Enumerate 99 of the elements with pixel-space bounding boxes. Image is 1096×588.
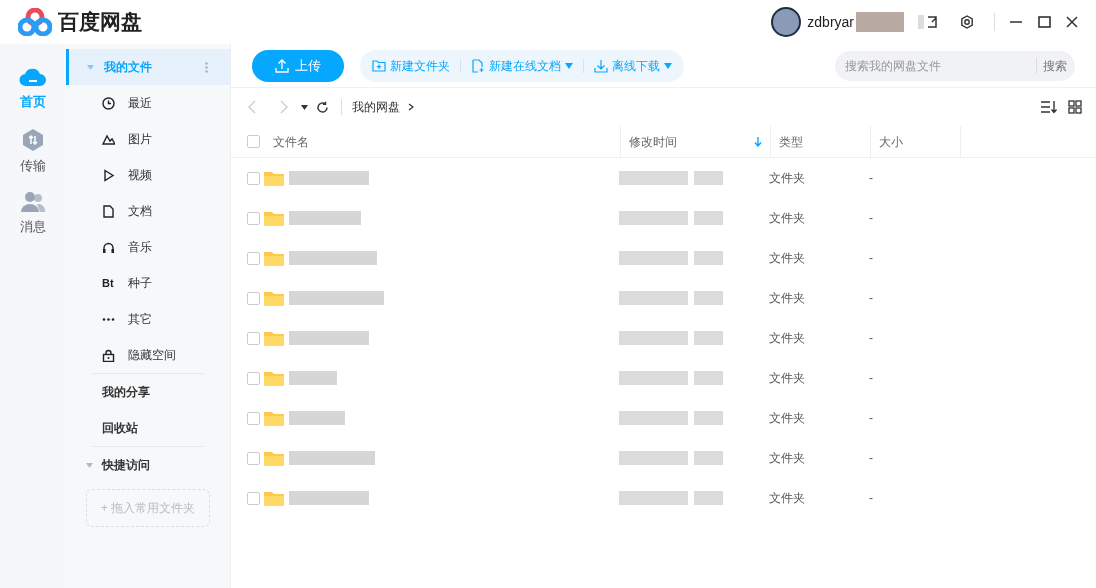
folder-icon [263,169,285,187]
folder-icon [263,289,285,307]
folder-icon [263,329,285,347]
nav-tab[interactable]: 消息 [8,189,58,239]
clock-icon [102,96,115,110]
folder-icon [263,449,285,467]
forward-icon[interactable] [279,100,289,114]
folder-icon [263,409,285,427]
column-header[interactable]: 修改时间 [621,126,771,157]
caret-icon [86,462,93,468]
row-checkbox[interactable] [246,451,260,465]
sidebar-link[interactable]: 回收站 [66,410,230,446]
table-cell-text: - [868,410,874,427]
table-cell-text: - [868,330,874,347]
sort-icon[interactable] [1040,100,1058,114]
close-icon[interactable] [1066,16,1078,28]
row-checkbox[interactable] [246,491,260,505]
refresh-icon[interactable] [316,100,329,114]
document-plus-icon [471,58,485,73]
sidebar-item[interactable]: 文档 [66,193,230,229]
avatar[interactable] [771,7,802,37]
table-cell-text: - [868,210,874,227]
breadcrumb-link[interactable]: 我的网盘 [352,98,400,116]
blurred-block [918,15,924,29]
sidebar-item[interactable]: 最近 [66,85,230,121]
table-cell-text: 文件夹 [768,210,806,227]
app-title: 百度网盘 [58,9,142,36]
logo-icon [18,8,52,36]
search-button[interactable]: 搜索 [1037,56,1067,75]
folder-icon [263,209,285,227]
table-cell-text: 文件夹 [768,330,806,347]
sidebar-item[interactable]: 视频 [66,157,230,193]
section-label: 快捷访问 [102,457,150,474]
back-icon[interactable] [247,100,257,114]
table-cell-text: 文件夹 [768,450,806,467]
download-icon [594,58,608,73]
sidebar-label: 最近 [128,95,152,112]
more-icon [205,61,208,73]
row-checkbox[interactable] [246,211,260,225]
row-checkbox[interactable] [246,171,260,185]
maximize-icon[interactable] [1038,16,1051,28]
section-label: 我的文件 [104,59,152,76]
sidebar-label: 图片 [128,131,152,148]
row-checkbox[interactable] [246,411,260,425]
column-header[interactable]: 大小 [871,126,961,157]
caret-icon [87,64,94,70]
folder-icon [263,249,285,267]
sidebar-label: 音乐 [128,239,152,256]
row-checkbox[interactable] [246,291,260,305]
sidebar-item[interactable]: 隐藏空间 [66,337,230,373]
sidebar-link[interactable]: 我的分享 [66,374,230,410]
sidebar-label: 视频 [128,167,152,184]
play-icon [102,168,115,182]
table-cell-text: - [868,290,874,307]
folder-icon [263,369,285,387]
table-cell-text: 文件夹 [768,370,806,387]
sidebar-label: 其它 [128,311,152,328]
transfer-icon [21,127,45,152]
chevron-icon [408,103,414,111]
sidebar-item[interactable]: 图片 [66,121,230,157]
column-header[interactable]: 类型 [771,126,871,157]
select-all-checkbox[interactable] [246,135,260,148]
table-cell-text: - [868,450,874,467]
sidebar-item[interactable]: 其它 [66,301,230,337]
table-cell-text: 文件夹 [768,490,806,507]
row-checkbox[interactable] [246,251,260,265]
sidebar-label: 文档 [128,203,152,220]
column-header[interactable]: 文件名 [273,126,621,157]
user-name[interactable]: zdbryar [807,11,854,33]
section-header[interactable]: 快捷访问 [66,447,230,483]
row-checkbox[interactable] [246,371,260,385]
folder-icon [263,489,285,507]
lock-icon [102,348,115,362]
table-cell-text: 文件夹 [768,250,806,267]
upload-icon [275,58,289,73]
table-cell-text: - [868,370,874,387]
table-cell-text: - [868,170,874,187]
nav-tab[interactable]: 传输 [8,125,58,177]
people-icon [20,191,46,213]
sidebar-item[interactable]: Bt 种子 [66,265,230,301]
table-cell-text: - [868,250,874,267]
table-cell-text: - [868,490,874,507]
sidebar-item[interactable]: 音乐 [66,229,230,265]
table-cell-text: 文件夹 [768,290,806,307]
sidebar-label: 种子 [128,275,152,292]
dropdown-icon[interactable] [301,104,308,110]
headphones-icon [102,240,115,254]
table-cell-text: 文件夹 [768,410,806,427]
seed-icon: Bt [102,274,114,292]
row-checkbox[interactable] [246,331,260,345]
folder-plus-icon [372,58,386,73]
mountain-icon [102,132,115,146]
search-field[interactable]: 搜索我的网盘文件 搜索 [835,50,1075,81]
document-icon [102,204,115,218]
table-cell-text: 文件夹 [768,170,806,187]
sidebar-label: 隐藏空间 [128,347,176,364]
external-window-icon[interactable] [926,16,938,28]
grid-view-icon[interactable] [1068,100,1082,114]
settings-icon[interactable] [960,15,974,29]
